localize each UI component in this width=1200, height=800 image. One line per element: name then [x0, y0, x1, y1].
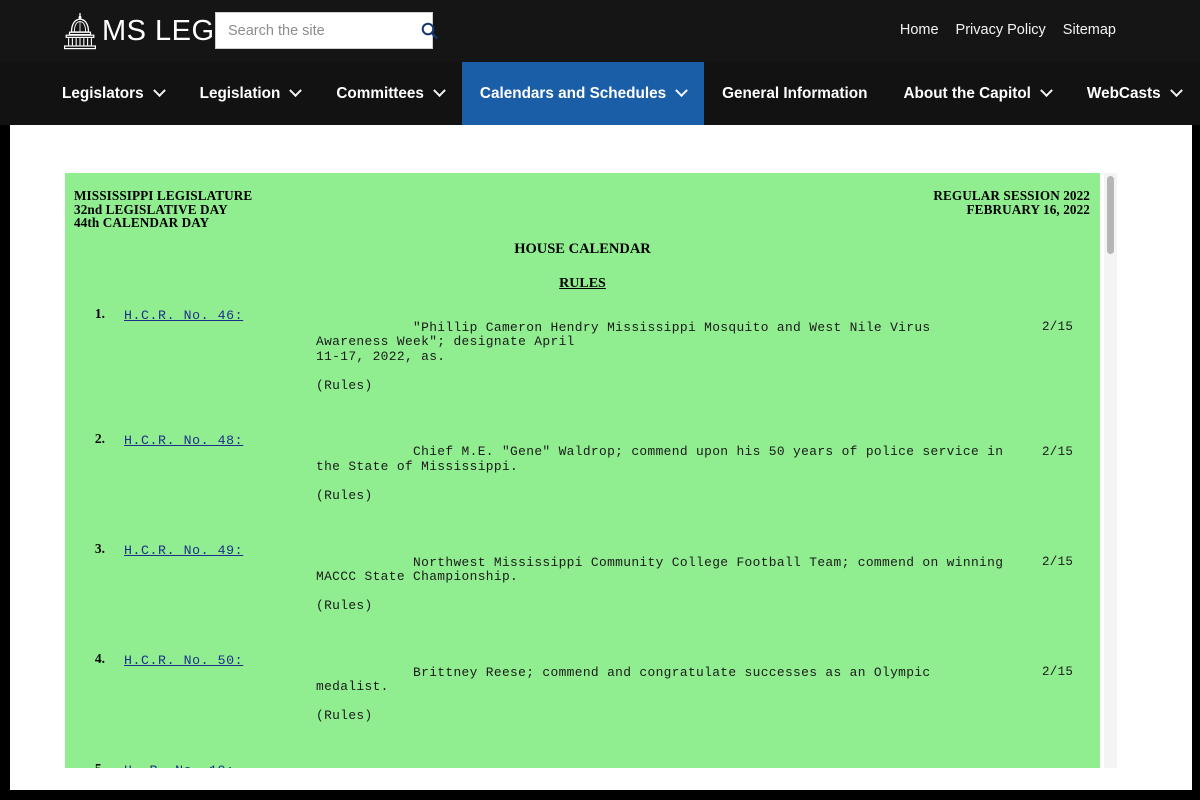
table-row: 2. H.C.R. No. 48: Chief M.E. "Gene" Wald… [65, 427, 1100, 537]
house-calendar-document: MISSISSIPPI LEGISLATURE 32nd LEGISLATIVE… [65, 173, 1100, 768]
row-number: 5. [65, 761, 111, 768]
row-description-cell: Brittney Reese; commend and congratulate… [316, 651, 1100, 753]
main-nav: Legislators Legislation Committees Calen… [0, 62, 1200, 125]
chevron-down-icon [289, 84, 303, 98]
page-title: HOUSE CALENDAR [514, 241, 651, 257]
row-date: 2/15 [1042, 554, 1074, 569]
row-description-cell: "Phillip Cameron Hendry Mississippi Mosq… [316, 306, 1100, 423]
nav-item-calendars-and-schedules[interactable]: Calendars and Schedules [461, 62, 705, 125]
brand-text: MS LEG [102, 14, 215, 47]
nav-item-webcasts[interactable]: WebCasts [1069, 62, 1199, 125]
nav-item-committees[interactable]: Committees [318, 62, 462, 125]
nav-item-label: Committees [336, 84, 424, 102]
table-row: 3. H.C.R. No. 49: Northwest Mississippi … [65, 537, 1100, 647]
nav-item-label: Legislators [62, 84, 144, 102]
bill-link[interactable]: H.C.R. No. 48: [124, 433, 243, 448]
utility-link-sitemap[interactable]: Sitemap [1063, 22, 1116, 38]
row-description-cell: Chief M.E. "Gene" Waldrop; commend upon … [316, 431, 1100, 533]
bill-link[interactable]: H.C.R. No. 49: [124, 543, 243, 558]
search-input[interactable] [216, 14, 421, 47]
row-status: (Rules) [316, 598, 373, 614]
nav-item-legislators[interactable]: Legislators [44, 62, 182, 125]
row-description-cell: Joe N. Lowery II; commend life and legac… [316, 761, 1100, 768]
nav-item-general-information[interactable]: General Information [704, 62, 885, 125]
bill-link-cell: H.C.R. No. 48: [111, 431, 316, 449]
nav-item-about-the-capitol[interactable]: About the Capitol [885, 62, 1068, 125]
utility-link-privacy-policy[interactable]: Privacy Policy [956, 22, 1046, 38]
page-content: MISSISSIPPI LEGISLATURE 32nd LEGISLATIVE… [10, 125, 1192, 790]
nav-item-label: Legislation [199, 84, 281, 102]
table-row: 1. H.C.R. No. 46: "Phillip Cameron Hendr… [65, 302, 1100, 427]
session-label: REGULAR SESSION 2022 [933, 188, 1090, 203]
row-description: Chief M.E. "Gene" Waldrop; commend upon … [316, 444, 1012, 474]
row-date: 2/15 [1042, 665, 1074, 680]
row-description-cell: Northwest Mississippi Community College … [316, 541, 1100, 643]
row-date: 2/15 [1042, 320, 1074, 334]
bill-link[interactable]: H.C.R. No. 50: [124, 653, 243, 668]
row-status: (Rules) [316, 488, 373, 504]
search-box[interactable] [215, 12, 438, 49]
calendar-day: 44th CALENDAR DAY [74, 215, 210, 230]
section-heading: RULES [65, 276, 1100, 292]
bill-link-cell: H. R. No. 19: [111, 761, 316, 768]
row-status: (Rules) [316, 377, 373, 393]
row-number: 4. [94, 651, 105, 667]
row-number: 3. [94, 540, 105, 556]
bill-link[interactable]: H.C.R. No. 46: [124, 308, 243, 323]
calendar-scrollbar[interactable] [1104, 173, 1117, 768]
session-date: FEBRUARY 16, 2022 [966, 201, 1090, 217]
nav-item-legislation[interactable]: Legislation [182, 62, 319, 125]
table-row: 5. H. R. No. 19: Joe N. Lowery II; comme… [65, 757, 1100, 768]
row-status: (Rules) [316, 708, 373, 724]
chevron-down-icon [152, 84, 166, 98]
bill-link-cell: H.C.R. No. 50: [111, 651, 316, 669]
row-description: Northwest Mississippi Community College … [316, 554, 1012, 585]
nav-item-label: About the Capitol [903, 84, 1031, 102]
bill-link-cell: H.C.R. No. 49: [111, 541, 316, 559]
nav-item-label: General Information [722, 84, 868, 102]
site-logo[interactable]: MS LEG [63, 8, 215, 54]
calendar-scroll-region[interactable]: MISSISSIPPI LEGISLATURE 32nd LEGISLATIVE… [65, 173, 1113, 768]
row-description: Brittney Reese; commend and congratulate… [316, 664, 939, 695]
search-icon[interactable] [421, 13, 438, 48]
calendar-header-right: REGULAR SESSION 2022 FEBRUARY 16, 2022 [933, 189, 1090, 216]
capitol-dome-icon [63, 12, 97, 50]
chevron-down-icon [433, 84, 446, 98]
row-date: 2/15 [1042, 444, 1074, 459]
calendar-header: MISSISSIPPI LEGISLATURE 32nd LEGISLATIVE… [65, 187, 1100, 231]
chevron-down-icon [675, 84, 688, 98]
browser-window: MS LEG Home Privacy Policy Sitemap Legis… [0, 0, 1200, 800]
row-number: 1. [94, 306, 105, 321]
utility-link-home[interactable]: Home [900, 22, 939, 38]
bill-link-cell: H.C.R. No. 46: [111, 306, 316, 324]
utility-nav: Home Privacy Policy Sitemap [900, 22, 1116, 38]
chevron-down-icon [1169, 84, 1183, 98]
row-number: 2. [94, 430, 105, 446]
nav-item-label: Calendars and Schedules [479, 84, 667, 102]
calendar-scrollbar-thumb[interactable] [1107, 176, 1114, 254]
site-header: MS LEG Home Privacy Policy Sitemap [0, 0, 1200, 62]
chevron-down-icon [1040, 84, 1053, 98]
section-heading-label: RULES [559, 276, 606, 291]
row-description: "Phillip Cameron Hendry Mississippi Mosq… [316, 319, 931, 364]
nav-item-label: WebCasts [1086, 84, 1161, 102]
bill-link[interactable]: H. R. No. 19: [124, 763, 235, 768]
table-row: 4. H.C.R. No. 50: Brittney Reese; commen… [65, 647, 1100, 757]
